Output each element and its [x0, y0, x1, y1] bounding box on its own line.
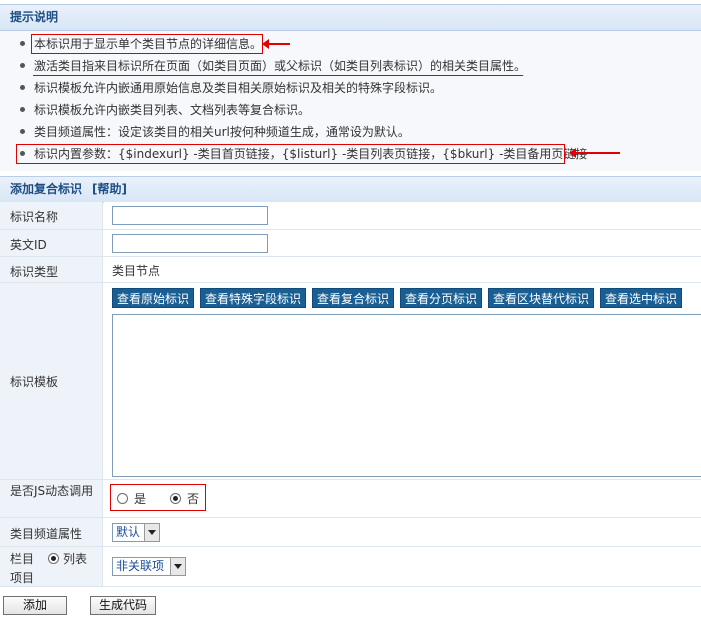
js-yes-radio[interactable]	[117, 493, 128, 504]
view-paging-tags-button[interactable]: 查看分页标识	[400, 288, 483, 308]
annotation-box	[31, 34, 263, 54]
js-yes-label: 是	[134, 492, 147, 506]
bullet-icon	[20, 85, 25, 90]
chevron-down-icon	[170, 558, 185, 575]
view-block-replace-tags-button[interactable]: 查看区块替代标识	[488, 288, 595, 308]
js-label: 是否JS动态调用	[10, 484, 94, 498]
name-label: 标识名称	[10, 210, 59, 224]
form-title: 添加复合标识	[10, 182, 83, 196]
tips-title: 提示说明	[10, 10, 59, 24]
type-label: 标识类型	[10, 265, 59, 279]
chevron-down-icon	[144, 524, 159, 541]
tips-header: 提示说明	[0, 4, 701, 31]
template-label: 标识模板	[10, 375, 59, 389]
view-special-field-tags-button[interactable]: 查看特殊字段标识	[200, 288, 307, 308]
row-template: 标识模板 查看原始标识 查看特殊字段标识 查看复合标识 查看分页标识 查看区块替…	[0, 283, 701, 480]
annotation-underline	[33, 75, 523, 76]
bullet-icon	[20, 107, 25, 112]
js-no-label: 否	[187, 492, 200, 506]
view-composite-tags-button[interactable]: 查看复合标识	[312, 288, 395, 308]
item-label-c: 项目	[10, 571, 35, 585]
template-textarea[interactable]	[112, 314, 701, 477]
item-label-a: 栏目	[10, 552, 35, 566]
row-js: 是否JS动态调用 是 否	[0, 480, 701, 518]
bullet-icon	[20, 41, 25, 46]
row-ename: 英文ID	[0, 230, 701, 257]
item-select[interactable]: 非关联项	[112, 557, 186, 576]
view-raw-tags-button[interactable]: 查看原始标识	[112, 288, 195, 308]
row-item: 栏目 列表 项目 非关联项	[0, 547, 701, 587]
name-input[interactable]	[112, 206, 268, 225]
form-header: 添加复合标识 [帮助]	[0, 176, 701, 203]
type-value: 类目节点	[112, 264, 161, 278]
help-link[interactable]: [帮助]	[92, 182, 127, 196]
channel-select[interactable]: 默认	[112, 523, 160, 542]
ename-label: 英文ID	[10, 238, 47, 252]
row-channel: 类目频道属性 默认	[0, 518, 701, 547]
annotation-arrow-icon	[262, 39, 290, 49]
annotation-box	[16, 144, 565, 164]
row-type: 标识类型 类目节点	[0, 257, 701, 283]
channel-label: 类目频道属性	[10, 527, 83, 541]
tips-panel: 本标识用于显示单个类目节点的详细信息。 激活类目指来目标识所在页面（如类目页面）…	[0, 31, 701, 171]
bullet-icon	[20, 129, 25, 134]
ename-input[interactable]	[112, 234, 268, 253]
row-name: 标识名称	[0, 202, 701, 230]
item-list-radio[interactable]	[48, 553, 59, 564]
generate-code-button[interactable]: 生成代码	[90, 596, 156, 615]
add-button[interactable]: 添加	[3, 596, 67, 615]
view-selected-tags-button[interactable]: 查看选中标识	[600, 288, 683, 308]
item-label-b: 列表	[63, 552, 88, 566]
bullet-icon	[20, 63, 25, 68]
js-no-radio[interactable]	[170, 493, 181, 504]
annotation-arrow-icon	[569, 148, 620, 158]
